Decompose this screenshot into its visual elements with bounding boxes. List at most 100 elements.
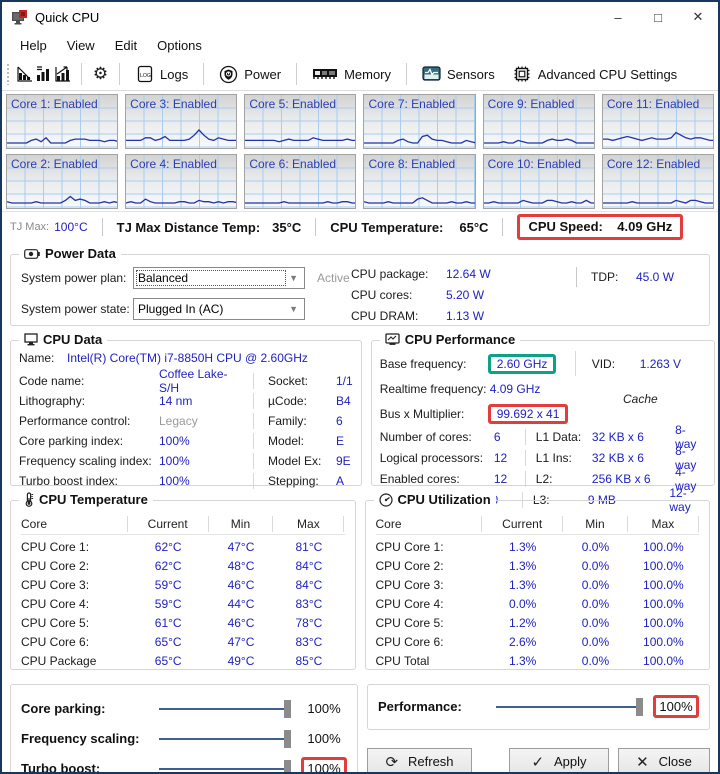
core-graph-label: Core 1: Enabled <box>11 97 98 111</box>
core-graph-label: Core 10: Enabled <box>488 157 581 171</box>
temperature-cell: 81°C <box>273 540 344 554</box>
power-metric-value: 12.64 W <box>446 267 491 281</box>
tdp-value: 45.0 W <box>636 270 674 284</box>
histogram-trend-icon[interactable] <box>53 65 72 84</box>
utilization-cell: 100.0% <box>628 559 699 573</box>
core-graph-core-10[interactable]: Core 10: Enabled <box>483 154 595 209</box>
apply-button[interactable]: ✓ Apply <box>509 748 609 774</box>
temperature-cell: 83°C <box>273 597 344 611</box>
slider-track <box>496 706 643 708</box>
utilization-cell: 0.0% <box>563 654 628 668</box>
slider[interactable] <box>159 730 291 748</box>
power-plan-select[interactable]: Balanced ▼ <box>133 267 305 289</box>
utilization-cell: 100.0% <box>628 540 699 554</box>
close-button[interactable]: ✕ <box>678 2 718 32</box>
slider-thumb[interactable] <box>284 760 291 774</box>
cpu-data-row: Core parking index:100%Model:E <box>19 431 353 451</box>
slider-thumb[interactable] <box>284 700 291 718</box>
slider-thumb[interactable] <box>636 698 643 716</box>
menu-view[interactable]: View <box>57 35 105 56</box>
base-frequency-value: 2.60 GHz <box>497 357 548 371</box>
slider[interactable] <box>159 760 291 774</box>
menu-edit[interactable]: Edit <box>105 35 147 56</box>
cpu-data-value: Coffee Lake-S/H <box>159 367 239 395</box>
performance-label: Number of cores: <box>380 430 494 444</box>
cpu-data-row: Turbo boost index:100%Stepping:A <box>19 471 353 491</box>
temperature-cell: 62°C <box>128 540 209 554</box>
core-graph-core-4[interactable]: Core 4: Enabled <box>125 154 237 209</box>
cpu-performance-row: Enabled cores:12L2:256 KB x 64-way <box>380 469 706 489</box>
x-icon: ✕ <box>636 753 649 771</box>
core-graph-core-2[interactable]: Core 2: Enabled <box>6 154 118 209</box>
core-graph-core-1[interactable]: Core 1: Enabled <box>6 94 118 149</box>
temperature-cell: 47°C <box>209 635 274 649</box>
thermometer-icon <box>24 492 34 507</box>
memory-button[interactable]: Memory <box>306 61 397 88</box>
power-data-legend: Power Data <box>19 246 121 261</box>
temperature-row: CPU Core 1:62°C47°C81°C <box>21 537 345 556</box>
cpu-data-label: Core parking index: <box>19 434 159 448</box>
slider-row: Turbo boost:100% <box>21 755 347 774</box>
utilization-core-name: CPU Core 2: <box>376 559 483 573</box>
advanced-cpu-settings-button[interactable]: Advanced CPU Settings <box>507 61 683 88</box>
core-graph-core-12[interactable]: Core 12: Enabled <box>602 154 714 209</box>
cpu-data-value: B4 <box>336 394 351 408</box>
advanced-cpu-settings-label: Advanced CPU Settings <box>538 67 677 82</box>
core-graph-core-7[interactable]: Core 7: Enabled <box>363 94 475 149</box>
cpu-performance-group: CPU Performance Base frequency: 2.60 GHz… <box>371 340 715 486</box>
core-graph-core-3[interactable]: Core 3: Enabled <box>125 94 237 149</box>
maximize-button[interactable]: □ <box>638 2 678 32</box>
temperature-cell: 61°C <box>128 616 209 630</box>
refresh-button[interactable]: ⟳ Refresh <box>367 748 472 774</box>
temperature-cell: 62°C <box>128 559 209 573</box>
performance-label: Logical processors: <box>380 451 494 465</box>
slider-track <box>159 738 291 740</box>
temperature-core-name: CPU Core 3: <box>21 578 128 592</box>
tj-max-distance-value: 35°C <box>272 220 301 235</box>
sensors-button[interactable]: Sensors <box>416 61 501 88</box>
gear-icon[interactable]: ⚙ <box>91 65 110 84</box>
status-separator <box>502 218 503 236</box>
chevron-down-icon: ▼ <box>289 304 304 314</box>
monitor-chart-icon <box>385 333 400 346</box>
power-metric-value: 5.20 W <box>446 288 484 302</box>
temperature-header-min: Min <box>209 516 274 532</box>
core-graph-core-5[interactable]: Core 5: Enabled <box>244 94 356 149</box>
logs-button[interactable]: LOG Logs <box>129 61 194 88</box>
performance-slider[interactable] <box>496 698 643 716</box>
minimize-button[interactable]: – <box>598 2 638 32</box>
slider[interactable] <box>159 700 291 718</box>
temperature-cell: 84°C <box>273 578 344 592</box>
slider-thumb[interactable] <box>284 730 291 748</box>
cpu-data-label: µCode: <box>268 394 336 408</box>
close-dialog-button[interactable]: ✕ Close <box>618 748 710 774</box>
performance-slider-box: Performance: 100% <box>367 684 710 730</box>
histogram-desc-icon[interactable] <box>15 65 34 84</box>
power-button[interactable]: Power <box>213 61 287 88</box>
tj-max-label: TJ Max: <box>10 221 49 233</box>
menu-bar: Help View Edit Options <box>2 32 718 58</box>
core-graph-core-11[interactable]: Core 11: Enabled <box>602 94 714 149</box>
cpu-speed-label: CPU Speed: <box>528 219 602 234</box>
power-state-select[interactable]: Plugged In (AC) ▼ <box>133 298 305 320</box>
core-graph-label: Core 4: Enabled <box>130 157 217 171</box>
power-metric-label: CPU DRAM: <box>351 309 446 323</box>
title-bar: Quick CPU – □ ✕ <box>2 2 718 32</box>
power-plan-status: Active <box>317 271 350 285</box>
core-graph-core-8[interactable]: Core 8: Enabled <box>363 154 475 209</box>
power-state-value: Plugged In (AC) <box>138 302 223 316</box>
cpu-temperature-group: CPU Temperature CoreCurrentMinMax CPU Co… <box>10 500 356 670</box>
core-graph-label: Core 5: Enabled <box>249 97 336 111</box>
temperature-header-current: Current <box>128 516 209 532</box>
temperature-cell: 49°C <box>209 654 274 668</box>
menu-options[interactable]: Options <box>147 35 212 56</box>
status-separator <box>102 218 103 236</box>
histogram-list-icon[interactable] <box>34 65 53 84</box>
core-graph-core-6[interactable]: Core 6: Enabled <box>244 154 356 209</box>
tj-max-value: 100°C <box>54 220 88 234</box>
bus-multiplier-value: 99.692 x 41 <box>497 407 560 421</box>
toolbar-grip[interactable] <box>6 63 11 85</box>
menu-help[interactable]: Help <box>10 35 57 56</box>
utilization-cell: 100.0% <box>628 597 699 611</box>
core-graph-core-9[interactable]: Core 9: Enabled <box>483 94 595 149</box>
